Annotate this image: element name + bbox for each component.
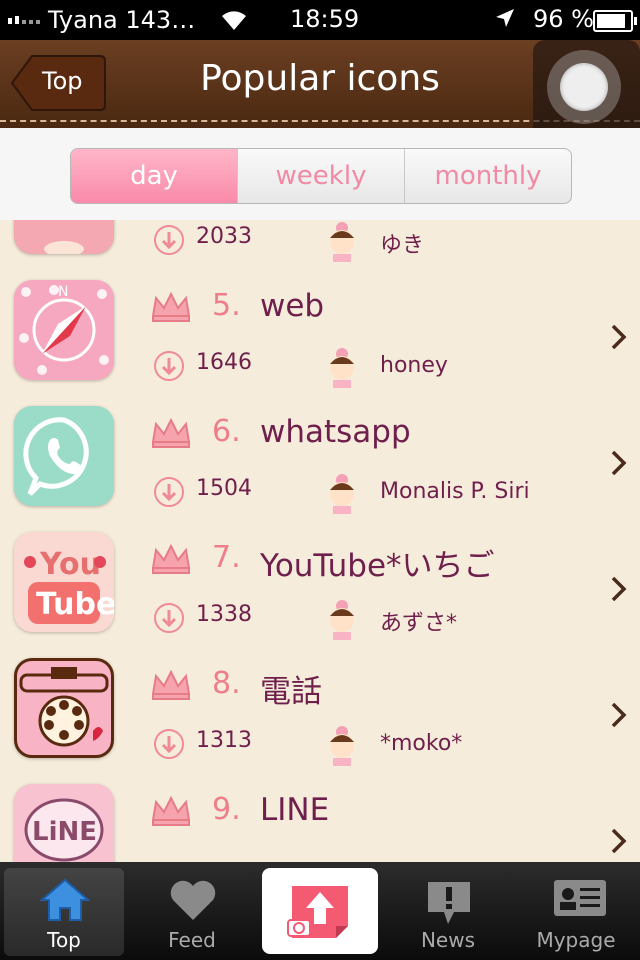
status-bar: Tyana 143… 18:59 96 % [0,0,640,40]
chevron-right-icon [610,701,628,733]
chevron-right-icon [610,575,628,607]
clock-icon [14,220,114,254]
download-icon [153,224,185,260]
clock: 18:59 [290,5,360,33]
home-icon [40,878,90,921]
icon-name: whatsapp [260,414,411,450]
list-item[interactable]: N 5. web 1646 honey [0,268,640,396]
crown-icon [150,668,192,704]
profile-card-icon [554,880,606,916]
user-avatar-icon [325,346,359,394]
download-count: 1504 [196,476,252,501]
svg-text:N: N [58,284,68,300]
wifi-icon [218,6,250,38]
nav-bar: Top Popular icons [0,40,640,146]
segment-weekly[interactable]: weekly [237,149,404,203]
news-bubble-icon [428,882,470,924]
rotary-phone-icon [14,658,114,758]
location-arrow-icon [494,7,516,35]
icon-list[interactable]: 2033 ゆき N 5. web 1646 honey 6. whatsapp … [0,220,640,862]
list-item[interactable]: 2033 ゆき [0,220,640,270]
list-item[interactable]: 6. whatsapp 1504 Monalis P. Siri [0,394,640,522]
icon-name: 電話 [260,674,322,710]
download-count: 1338 [196,602,252,627]
whatsapp-phone-icon [14,406,114,506]
user-avatar-icon [325,598,359,646]
tab-feed[interactable]: Feed [132,868,252,956]
tab-mypage[interactable]: Mypage [516,868,636,956]
svg-text:You: You [39,547,101,582]
signal-icon [8,16,40,24]
icon-name: web [260,288,325,324]
tab-label: Feed [168,928,216,952]
rank-number: 6. [212,414,241,449]
tab-top[interactable]: Top [4,868,124,956]
download-count: 1646 [196,350,252,375]
icon-name: YouTube*いちご [260,548,495,584]
rank-number: 7. [212,540,241,575]
download-count: 2033 [196,224,252,249]
user-avatar-icon [325,724,359,772]
crown-icon [150,416,192,452]
youtube-strawberry-icon: You Tube [14,532,114,632]
battery-percent: 96 % [533,5,594,33]
author-name: honey [380,353,448,378]
crown-icon [150,542,192,578]
svg-text:Tube: Tube [36,587,114,622]
list-item[interactable]: You Tube 7. YouTube*いちご 1338 あずさ* [0,520,640,648]
carrier-name: Tyana 143… [48,6,196,34]
download-icon [153,602,185,638]
user-avatar-icon [325,472,359,520]
safari-compass-icon: N [14,280,114,380]
author-name: ゆき [380,233,425,258]
crown-icon [150,794,192,830]
carrier: Tyana 143… [8,6,195,34]
download-count: 1313 [196,728,252,753]
crown-icon [150,290,192,326]
chevron-right-icon [610,449,628,481]
author-name: *moko* [380,731,463,756]
list-item[interactable]: 8. 電話 1313 *moko* [0,646,640,774]
period-segmented-control: day weekly monthly [70,148,572,204]
period-selector-bar: day weekly monthly [0,128,640,221]
upload-photo-icon [287,886,348,938]
upload-button[interactable] [262,868,378,954]
user-avatar-icon [325,220,359,268]
download-icon [153,728,185,764]
rank-number: 9. [212,792,241,827]
download-icon [153,350,185,386]
tab-label: Top [47,928,81,952]
icon-name: LINE [260,792,330,828]
chevron-right-icon [610,323,628,355]
download-icon [153,476,185,512]
list-item[interactable]: LiNE 9. LINE [0,772,640,862]
tab-label: Mypage [536,928,616,952]
chevron-right-icon [610,827,628,859]
heart-icon [170,880,216,920]
author-name: Monalis P. Siri [380,479,530,504]
rank-number: 5. [212,288,241,323]
battery-icon [593,10,637,32]
segment-day[interactable]: day [71,149,237,203]
tab-label: News [420,928,476,952]
rank-number: 8. [212,666,241,701]
svg-text:LiNE: LiNE [32,817,97,847]
tab-news[interactable]: News [388,868,508,956]
line-icon: LiNE [14,784,114,862]
author-name: あずさ* [380,611,458,636]
segment-monthly[interactable]: monthly [404,149,571,203]
